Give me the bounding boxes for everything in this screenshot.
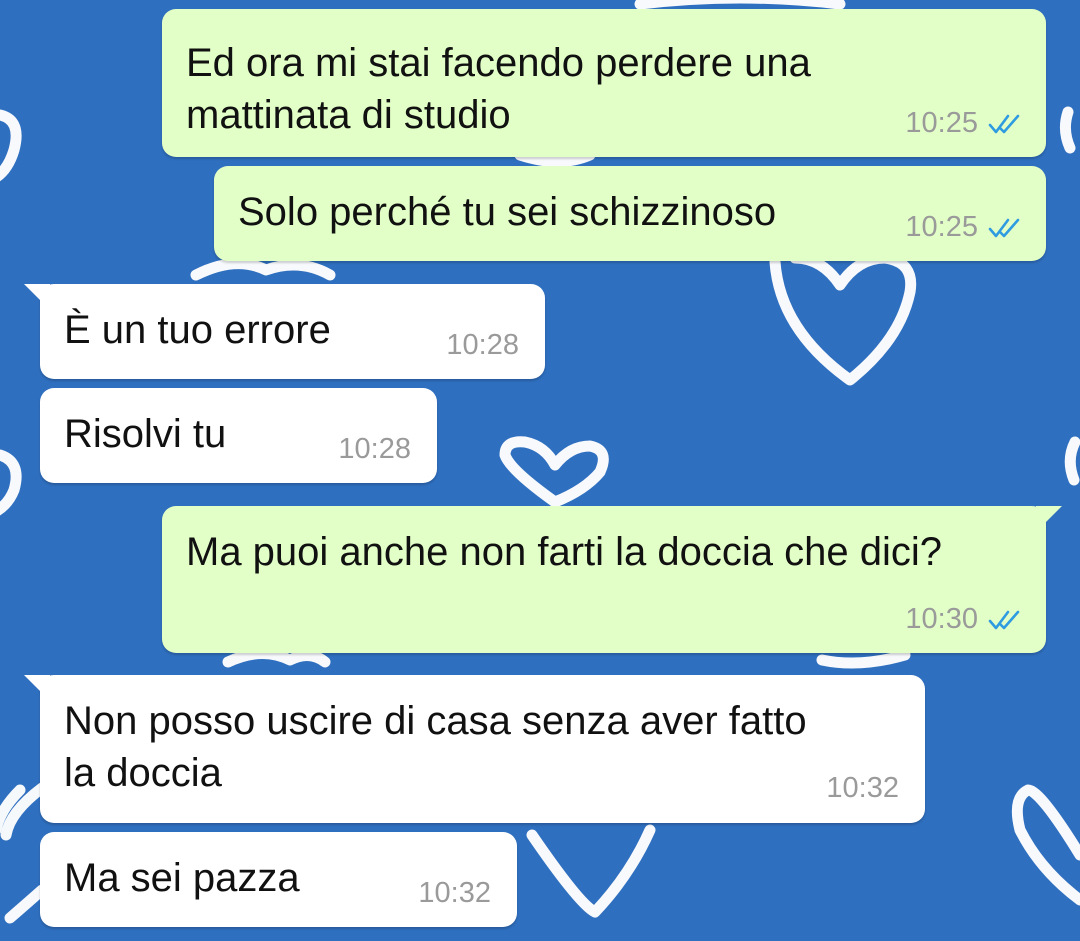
heart-doodle	[1011, 784, 1080, 906]
message-text: È un tuo errore	[64, 304, 331, 356]
message-line: Risolvi tu	[64, 412, 227, 456]
message-line: Solo perché tu sei schizzinoso	[238, 190, 777, 234]
heart-doodle	[190, 258, 336, 281]
message-meta: 10:32	[826, 772, 899, 805]
heart-doodle	[816, 649, 911, 669]
message-meta: 10:28	[338, 433, 411, 466]
message-text: Solo perché tu sei schizzinoso	[238, 186, 776, 238]
double-check-read-icon	[988, 218, 1020, 237]
message-line: la doccia	[64, 751, 222, 795]
message-text: Ma puoi anche non farti la doccia che di…	[186, 526, 942, 578]
message-time: 10:30	[905, 603, 978, 635]
message-bubble-incoming[interactable]: È un tuo errore 10:28	[24, 284, 545, 379]
heart-doodle	[499, 436, 609, 508]
message-line: Non posso uscire di casa senza aver fatt…	[64, 699, 807, 743]
heart-doodle	[4, 884, 48, 924]
message-time: 10:25	[905, 107, 978, 139]
message-text: Ed ora mi stai facendo perdere una matti…	[186, 37, 811, 141]
message-bubble-incoming[interactable]: Risolvi tu 10:28	[40, 388, 437, 483]
heart-doodle	[0, 109, 22, 182]
message-bubble-incoming[interactable]: Non posso uscire di casa senza aver fatt…	[24, 675, 925, 823]
message-line: Ed ora mi stai facendo perdere una	[186, 41, 811, 85]
message-text: Non posso uscire di casa senza aver fatt…	[64, 695, 807, 799]
heart-doodle	[634, 0, 846, 10]
message-meta: 10:25	[905, 211, 1022, 244]
message-line: È un tuo errore	[64, 308, 331, 352]
heart-doodle	[769, 252, 917, 386]
message-line: Ma puoi anche non farti la doccia che di…	[186, 530, 943, 574]
message-bubble-outgoing[interactable]: Solo perché tu sei schizzinoso 10:25	[214, 166, 1046, 261]
message-bubble-outgoing[interactable]: Ed ora mi stai facendo perdere una matti…	[162, 9, 1046, 157]
message-text: Risolvi tu	[64, 408, 226, 460]
message-meta: 10:28	[446, 329, 519, 362]
message-bubble-incoming[interactable]: Ma sei pazza 10:32	[40, 832, 517, 927]
message-line: mattinata di studio	[186, 93, 511, 137]
message-meta: 10:30	[905, 603, 1022, 636]
heart-doodle	[1064, 436, 1080, 486]
double-check-read-icon	[988, 114, 1020, 133]
heart-doodle	[222, 647, 331, 668]
message-text: Ma sei pazza	[64, 852, 300, 904]
message-time: 10:32	[418, 877, 491, 909]
message-time: 10:28	[446, 329, 519, 361]
message-meta: 10:32	[418, 877, 491, 910]
heart-doodle	[526, 824, 656, 918]
heart-doodle	[0, 449, 22, 516]
double-check-read-icon	[988, 610, 1020, 629]
message-time: 10:32	[826, 772, 899, 804]
message-line: Ma sei pazza	[64, 856, 300, 900]
message-bubble-outgoing[interactable]: Ma puoi anche non farti la doccia che di…	[162, 506, 1062, 653]
message-meta: 10:25	[905, 107, 1022, 140]
message-time: 10:28	[338, 433, 411, 465]
message-time: 10:25	[905, 211, 978, 243]
heart-doodle	[1059, 106, 1076, 154]
